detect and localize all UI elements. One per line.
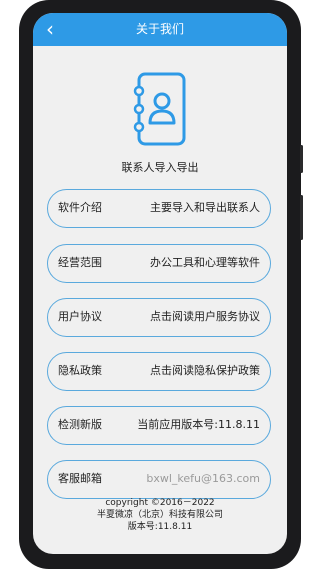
row-software-intro[interactable]: 软件介绍 主要导入和导出联系人 [47,189,271,228]
row-support-email[interactable]: 客服邮箱 bxwl_kefu@163.com [47,460,271,499]
row-label: 隐私政策 [58,364,102,377]
row-value: 当前应用版本号:11.8.11 [137,418,260,431]
footer: copyright ©2016－2022 半夏微凉（北京）科技有限公司 版本号:… [33,497,287,533]
row-label: 用户协议 [58,310,102,323]
row-value: 点击阅读用户服务协议 [150,310,260,323]
row-user-agreement[interactable]: 用户协议 点击阅读用户服务协议 [47,298,271,337]
power-button [300,195,303,240]
row-value: 主要导入和导出联系人 [150,201,260,214]
app-screen: ‹ 关于我们 联系人导入导出 软件介绍 主要导入和导出联系人 经营范围 办公工具… [33,13,287,554]
title-bar: ‹ 关于我们 [33,13,287,46]
version-text: 版本号:11.8.11 [127,522,193,532]
row-label: 经营范围 [58,256,102,269]
app-name: 联系人导入导出 [121,161,199,174]
row-label: 检测新版 [58,418,102,431]
volume-button [300,145,303,173]
row-label: 客服邮箱 [58,472,102,485]
row-value: 办公工具和心理等软件 [150,256,260,269]
row-check-update[interactable]: 检测新版 当前应用版本号:11.8.11 [47,406,271,445]
row-business-scope[interactable]: 经营范围 办公工具和心理等软件 [47,244,271,283]
contact-book-icon [133,72,186,146]
page-title: 关于我们 [135,22,184,36]
row-privacy-policy[interactable]: 隐私政策 点击阅读隐私保护政策 [47,352,271,391]
row-value: 点击阅读隐私保护政策 [150,364,260,377]
copyright-text: copyright ©2016－2022 [105,498,215,508]
row-value: bxwl_kefu@163.com [146,472,260,485]
row-label: 软件介绍 [58,201,102,214]
company-name: 半夏微凉（北京）科技有限公司 [96,510,223,520]
